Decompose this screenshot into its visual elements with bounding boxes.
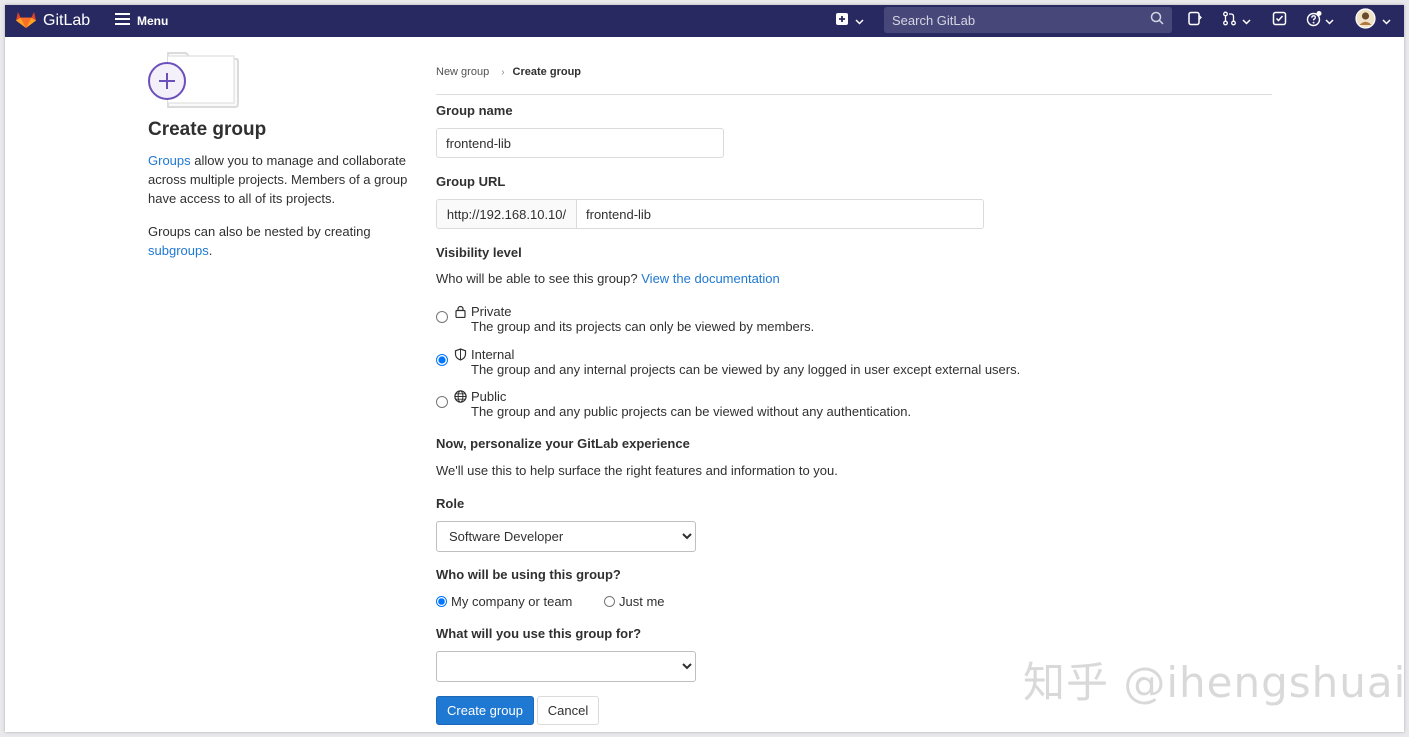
breadcrumb: New group › Create group xyxy=(436,66,581,78)
visibility-option-private[interactable]: Private The group and its projects can o… xyxy=(436,304,814,334)
sidebar-title: Create group xyxy=(148,119,267,140)
user-menu-dropdown[interactable] xyxy=(1355,8,1391,34)
subgroups-note: Groups can also be nested by creating su… xyxy=(148,222,410,260)
visibility-title: Internal xyxy=(471,347,515,362)
breadcrumb-create-group[interactable]: Create group xyxy=(513,66,581,78)
issues-icon xyxy=(1187,11,1202,31)
role-select[interactable]: Software Developer xyxy=(436,521,696,552)
lock-icon xyxy=(454,305,467,323)
todo-check-icon xyxy=(1272,11,1287,31)
visibility-desc: The group and any internal projects can … xyxy=(471,362,1021,377)
top-navbar: GitLab Menu xyxy=(5,5,1404,37)
watermark: 知乎 @ihengshuai xyxy=(1023,658,1404,707)
hamburger-icon xyxy=(115,12,130,30)
chevron-right-icon: › xyxy=(501,66,505,78)
personalize-heading: Now, personalize your GitLab experience xyxy=(436,436,690,451)
breadcrumb-new-group[interactable]: New group xyxy=(436,66,489,78)
purpose-select[interactable] xyxy=(436,651,696,682)
menu-button[interactable]: Menu xyxy=(115,11,168,31)
help-icon xyxy=(1306,10,1322,32)
chevron-down-icon xyxy=(855,12,864,30)
visibility-title: Private xyxy=(471,304,512,319)
using-radio-me[interactable] xyxy=(604,596,615,607)
visibility-radio-private[interactable] xyxy=(436,311,448,323)
using-option-label: My company or team xyxy=(451,594,573,609)
search-box[interactable] xyxy=(884,7,1172,33)
visibility-question-text: Who will be able to see this group? xyxy=(436,271,638,286)
globe-icon xyxy=(454,390,467,408)
todos-button[interactable] xyxy=(1272,11,1287,31)
avatar xyxy=(1355,8,1376,34)
breadcrumb-divider xyxy=(436,94,1272,95)
plus-square-icon xyxy=(835,12,849,31)
merge-requests-dropdown[interactable] xyxy=(1222,11,1251,31)
tanuki-icon xyxy=(15,9,37,34)
new-folder-illustration xyxy=(148,50,240,113)
group-path-input[interactable] xyxy=(576,199,984,229)
visibility-option-internal[interactable]: Internal The group and any internal proj… xyxy=(436,347,1020,377)
role-label: Role xyxy=(436,496,465,511)
visibility-title: Public xyxy=(471,389,507,404)
purpose-label: What will you use this group for? xyxy=(436,626,642,641)
visibility-label: Visibility level xyxy=(436,245,522,260)
groups-intro: Groups allow you to manage and collabora… xyxy=(148,151,410,208)
group-url-label: Group URL xyxy=(436,174,506,189)
gitlab-logo[interactable]: GitLab xyxy=(15,9,90,33)
using-option-label: Just me xyxy=(619,594,665,609)
shield-icon xyxy=(454,348,467,366)
using-label: Who will be using this group? xyxy=(436,567,621,582)
menu-label: Menu xyxy=(137,14,169,28)
chevron-down-icon xyxy=(1382,12,1391,30)
subgroups-note-end: . xyxy=(208,243,213,258)
cancel-button[interactable]: Cancel xyxy=(537,696,599,725)
subgroups-note-text: Groups can also be nested by creating xyxy=(148,224,371,239)
subgroups-help-link[interactable]: subgroups xyxy=(148,243,209,258)
chevron-down-icon xyxy=(1242,12,1251,30)
visibility-radio-public[interactable] xyxy=(436,396,448,408)
personalize-text: We'll use this to help surface the right… xyxy=(436,463,838,478)
group-url-prefix: http://192.168.10.10/ xyxy=(436,199,576,229)
visibility-question: Who will be able to see this group? View… xyxy=(436,271,780,286)
groups-help-link[interactable]: Groups xyxy=(148,153,191,168)
search-input[interactable] xyxy=(892,12,1132,28)
using-radio-team[interactable] xyxy=(436,596,447,607)
visibility-docs-link[interactable]: View the documentation xyxy=(641,271,780,286)
browser-window: GitLab Menu Search GitLab Create group G… xyxy=(5,5,1404,732)
new-dropdown[interactable] xyxy=(835,11,864,31)
group-name-label: Group name xyxy=(436,103,513,118)
merge-request-icon xyxy=(1222,11,1237,31)
chevron-down-icon xyxy=(1325,12,1334,30)
issues-button[interactable] xyxy=(1187,11,1202,31)
brand-name: GitLab xyxy=(43,12,91,29)
search-icon[interactable] xyxy=(1150,11,1164,30)
visibility-desc: The group and any public projects can be… xyxy=(471,404,912,419)
visibility-radio-internal[interactable] xyxy=(436,354,448,366)
group-name-input[interactable] xyxy=(436,128,724,158)
using-option-me[interactable]: Just me xyxy=(604,594,665,609)
visibility-desc: The group and its projects can only be v… xyxy=(471,319,815,334)
create-group-button[interactable]: Create group xyxy=(436,696,534,725)
help-dropdown[interactable] xyxy=(1306,10,1334,32)
using-option-team[interactable]: My company or team xyxy=(436,594,572,609)
visibility-option-public[interactable]: Public The group and any public projects… xyxy=(436,389,911,419)
